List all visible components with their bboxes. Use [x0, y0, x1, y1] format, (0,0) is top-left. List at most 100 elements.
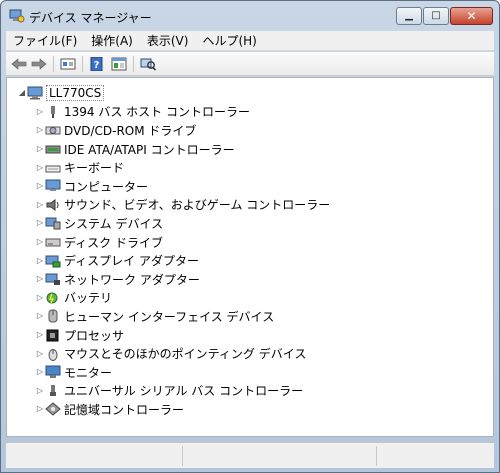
- minimize-button[interactable]: ▁: [396, 7, 422, 25]
- menu-help[interactable]: ヘルプ(H): [195, 32, 263, 49]
- tree-item-label: プロセッサ: [64, 328, 125, 343]
- tree-item[interactable]: ▷ コンピューター: [7, 177, 493, 196]
- forward-button[interactable]: [30, 55, 48, 73]
- tree-item[interactable]: ▷ モニター: [7, 363, 493, 382]
- scan-hardware-button[interactable]: [139, 55, 157, 73]
- status-pane-divider: [182, 446, 183, 466]
- status-bar: [6, 442, 494, 468]
- toolbar-separator: [133, 56, 134, 72]
- tree-item-label: バッテリ: [64, 291, 113, 306]
- storage-controller-icon: [45, 402, 61, 417]
- device-manager-window: デバイス マネージャー ▁ □ ✕ ファイル(F) 操作(A) 表示(V) ヘル…: [0, 0, 500, 473]
- arrow-right-icon: [31, 58, 47, 70]
- close-icon: ✕: [466, 9, 477, 23]
- toolbar: ?: [6, 52, 494, 76]
- tree-item[interactable]: ▷ ユニバーサル シリアル バス コントローラー: [7, 382, 493, 401]
- device-tree: ◢ LL770CS ▷ 1394 バス ホスト コントローラー ▷ DVD/CD-RO…: [7, 84, 493, 419]
- tree-item-label: ディスプレイ アダプター: [64, 254, 199, 269]
- tree-item-label: ヒューマン インターフェイス デバイス: [64, 309, 275, 324]
- expand-icon[interactable]: ▷: [35, 367, 45, 377]
- menu-file[interactable]: ファイル(F): [6, 32, 84, 49]
- expand-icon[interactable]: ▷: [35, 200, 45, 210]
- toolbar-separator: [53, 56, 54, 72]
- tree-item[interactable]: ▷ ヒューマン インターフェイス デバイス: [7, 307, 493, 326]
- computer-icon: [45, 179, 61, 193]
- tree-item[interactable]: ▷ DVD/CD-ROM ドライブ: [7, 121, 493, 140]
- maximize-icon: □: [431, 10, 441, 21]
- tree-item[interactable]: ▷ ディスプレイ アダプター: [7, 251, 493, 270]
- tree-item-label: DVD/CD-ROM ドライブ: [64, 123, 197, 138]
- tree-item[interactable]: ▷ ディスク ドライブ: [7, 233, 493, 252]
- tree-root-node[interactable]: ◢ LL770CS: [7, 84, 493, 103]
- expand-icon[interactable]: ▷: [35, 293, 45, 303]
- tree-item[interactable]: ▷ マウスとそのほかのポインティング デバイス: [7, 344, 493, 363]
- processor-icon: [45, 328, 61, 342]
- battery-icon: [45, 291, 61, 305]
- expand-icon[interactable]: ▷: [35, 218, 45, 228]
- display-adapter-icon: [45, 254, 61, 268]
- view-icon: [111, 57, 127, 71]
- tree-item-label: ユニバーサル シリアル バス コントローラー: [64, 384, 304, 399]
- tree-item-label: ディスク ドライブ: [64, 235, 163, 250]
- network-adapter-icon: [45, 272, 61, 286]
- maximize-button[interactable]: □: [423, 7, 449, 25]
- expand-icon[interactable]: ▷: [35, 256, 45, 266]
- expand-icon[interactable]: ▷: [35, 181, 45, 191]
- expand-icon[interactable]: ▷: [35, 330, 45, 340]
- expand-icon[interactable]: ▷: [35, 404, 45, 414]
- collapse-icon[interactable]: ◢: [17, 88, 27, 98]
- tree-item[interactable]: ▷ サウンド、ビデオ、およびゲーム コントローラー: [7, 196, 493, 215]
- expand-icon[interactable]: ▷: [35, 349, 45, 359]
- tree-item-label: コンピューター: [64, 179, 149, 194]
- status-pane-divider: [376, 446, 377, 466]
- properties-icon: [60, 58, 76, 70]
- device-tree-panel: ◢ LL770CS ▷ 1394 バス ホスト コントローラー ▷ DVD/CD-RO…: [6, 77, 494, 437]
- properties-button[interactable]: [59, 55, 77, 73]
- tree-item[interactable]: ▷ 1394 バス ホスト コントローラー: [7, 103, 493, 122]
- expand-icon[interactable]: ▷: [35, 144, 45, 154]
- expand-icon[interactable]: ▷: [35, 163, 45, 173]
- help-icon: ?: [90, 57, 103, 71]
- menu-view[interactable]: 表示(V): [140, 32, 196, 49]
- menu-bar: ファイル(F) 操作(A) 表示(V) ヘルプ(H): [6, 31, 494, 51]
- system-device-icon: [45, 216, 61, 230]
- svg-text:?: ?: [94, 60, 100, 71]
- title-bar[interactable]: デバイス マネージャー ▁ □ ✕: [1, 1, 499, 31]
- usb-icon: [45, 384, 61, 398]
- sound-icon: [45, 198, 61, 212]
- tree-item[interactable]: ▷ プロセッサ: [7, 326, 493, 345]
- menu-action[interactable]: 操作(A): [84, 32, 140, 49]
- expand-icon[interactable]: ▷: [35, 274, 45, 284]
- minimize-icon: ▁: [405, 10, 413, 21]
- mouse-icon: [45, 347, 61, 361]
- tree-item[interactable]: ▷ システム デバイス: [7, 214, 493, 233]
- tree-item-label: ネットワーク アダプター: [64, 272, 200, 287]
- close-button[interactable]: ✕: [450, 7, 493, 25]
- expand-icon[interactable]: ▷: [35, 311, 45, 321]
- view-button[interactable]: [110, 55, 128, 73]
- tree-item-label: IDE ATA/ATAPI コントローラー: [64, 142, 235, 157]
- back-button[interactable]: [10, 55, 28, 73]
- help-button[interactable]: ?: [88, 55, 106, 73]
- expand-icon[interactable]: ▷: [35, 237, 45, 247]
- tree-item-label: モニター: [64, 365, 113, 380]
- keyboard-icon: [45, 161, 61, 175]
- tree-item[interactable]: ▷ バッテリ: [7, 289, 493, 308]
- window-controls: ▁ □ ✕: [396, 7, 493, 25]
- tree-item[interactable]: ▷ 記憶域コントローラー: [7, 400, 493, 419]
- window-title: デバイス マネージャー: [29, 11, 152, 25]
- tree-item[interactable]: ▷ キーボード: [7, 158, 493, 177]
- expand-icon[interactable]: ▷: [35, 107, 45, 117]
- tree-item-label: 1394 バス ホスト コントローラー: [64, 105, 250, 120]
- scan-hardware-icon: [140, 58, 156, 71]
- tree-item[interactable]: ▷ IDE ATA/ATAPI コントローラー: [7, 140, 493, 159]
- tree-item-label: 記憶域コントローラー: [64, 402, 185, 417]
- expand-icon[interactable]: ▷: [35, 125, 45, 135]
- hid-icon: [45, 309, 61, 323]
- tree-item[interactable]: ▷ ネットワーク アダプター: [7, 270, 493, 289]
- monitor-icon: [45, 365, 61, 379]
- tree-item-label: システム デバイス: [64, 216, 164, 231]
- tree-item-label: サウンド、ビデオ、およびゲーム コントローラー: [64, 198, 331, 213]
- expand-icon[interactable]: ▷: [35, 386, 45, 396]
- disk-drive-icon: [45, 235, 61, 249]
